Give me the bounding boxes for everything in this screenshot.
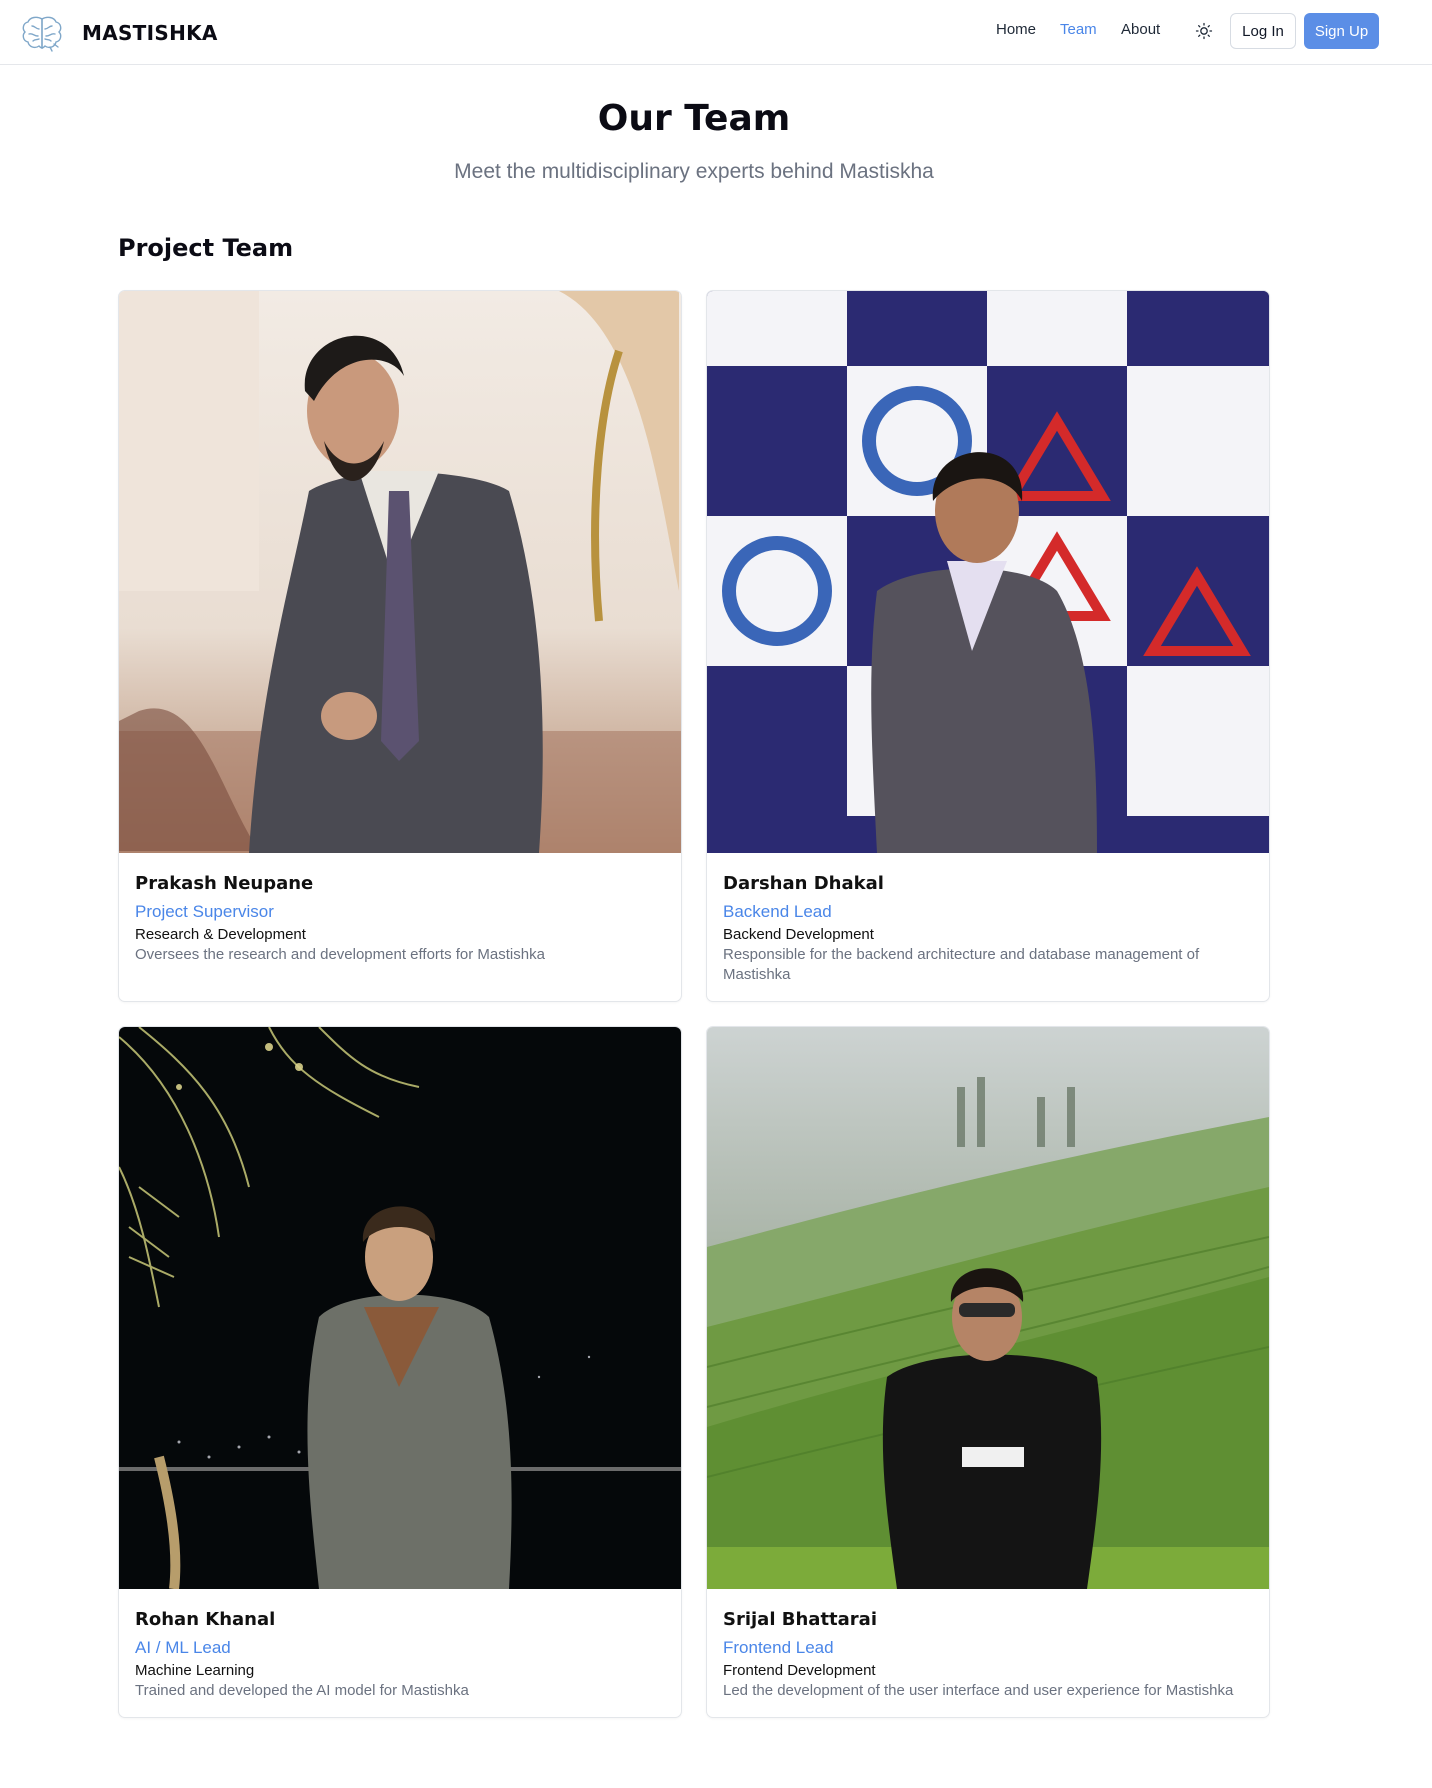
member-role: Frontend Lead	[723, 1638, 834, 1657]
member-name: Srijal Bhattarai	[723, 1609, 877, 1630]
login-button[interactable]: Log In	[1230, 13, 1296, 49]
member-department: Research & Development	[135, 926, 306, 943]
brand[interactable]: MASTISHKA	[20, 14, 218, 52]
member-role: Project Supervisor	[135, 902, 274, 921]
page-title: Our Team	[597, 98, 791, 139]
member-photo	[119, 291, 681, 853]
signup-button[interactable]: Sign Up	[1304, 13, 1379, 49]
member-photo	[707, 1027, 1269, 1589]
member-role: Backend Lead	[723, 902, 832, 921]
member-photo	[707, 291, 1269, 853]
member-role: AI / ML Lead	[135, 1638, 231, 1657]
member-department: Backend Development	[723, 926, 874, 943]
team-card: Prakash Neupane Project Supervisor Resea…	[118, 290, 682, 1002]
nav-team[interactable]: Team	[1060, 21, 1097, 38]
brain-logo-icon	[22, 16, 62, 52]
member-description: Trained and developed the AI model for M…	[135, 1682, 469, 1699]
brand-name: MASTISHKA	[82, 21, 218, 45]
nav-about[interactable]: About	[1121, 21, 1160, 38]
member-name: Prakash Neupane	[135, 873, 314, 894]
navbar: MASTISHKA Home Team About Log In Sign Up	[0, 0, 1432, 65]
page-subtitle: Meet the multidisciplinary experts behin…	[454, 160, 934, 183]
member-photo	[119, 1027, 681, 1589]
team-card: Srijal Bhattarai Frontend Lead Frontend …	[706, 1026, 1270, 1718]
member-department: Frontend Development	[723, 1662, 876, 1679]
member-department: Machine Learning	[135, 1662, 255, 1679]
team-card: Darshan Dhakal Backend Lead Backend Deve…	[706, 290, 1270, 1002]
member-description: Oversees the research and development ef…	[135, 946, 545, 963]
team-card: Rohan Khanal AI / ML Lead Machine Learni…	[118, 1026, 682, 1718]
sun-icon[interactable]	[1195, 22, 1213, 40]
member-name: Rohan Khanal	[135, 1609, 276, 1630]
section-title: Project Team	[118, 234, 294, 262]
nav-home[interactable]: Home	[996, 21, 1036, 38]
member-name: Darshan Dhakal	[723, 873, 884, 894]
member-description: Responsible for the backend architecture…	[723, 946, 1200, 983]
member-description: Led the development of the user interfac…	[723, 1682, 1234, 1699]
